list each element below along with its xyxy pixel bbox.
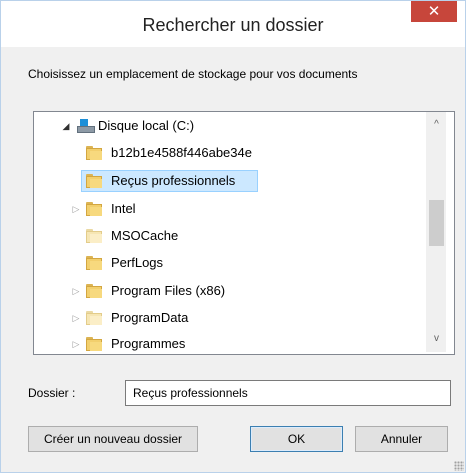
tree-item-label: Program Files (x86) bbox=[111, 283, 226, 298]
description-text: Choisissez un emplacement de stockage po… bbox=[28, 67, 358, 81]
ok-button[interactable]: OK bbox=[250, 426, 343, 452]
tree-item-label: Disque local (C:) bbox=[98, 118, 195, 133]
collapse-arrow-icon[interactable]: ▷ bbox=[70, 332, 82, 356]
folder-icon bbox=[86, 311, 102, 325]
title-bar: Rechercher un dossier ✕ bbox=[1, 1, 465, 47]
tree-item-label: b12b1e4588f446abe34e bbox=[111, 145, 252, 160]
dialog-title: Rechercher un dossier bbox=[142, 15, 324, 35]
tree-item-label: Reçus professionnels bbox=[111, 173, 236, 188]
resize-grip-icon[interactable] bbox=[454, 461, 464, 471]
folder-icon bbox=[86, 202, 102, 216]
new-folder-button[interactable]: Créer un nouveau dossier bbox=[28, 426, 198, 452]
scroll-up-icon[interactable]: ^ bbox=[427, 116, 446, 134]
tree-item-label: MSOCache bbox=[111, 228, 179, 243]
folder-icon bbox=[86, 284, 102, 298]
tree-item-label: Programmes bbox=[111, 336, 186, 351]
vertical-scrollbar[interactable]: ^ v bbox=[426, 112, 446, 352]
collapse-arrow-icon[interactable]: ▷ bbox=[70, 279, 82, 303]
folder-icon bbox=[86, 337, 102, 351]
folder-icon bbox=[86, 146, 102, 160]
folder-icon bbox=[86, 256, 102, 270]
folder-name-input[interactable]: Reçus professionnels bbox=[125, 380, 451, 406]
folder-field-label: Dossier : bbox=[28, 386, 76, 400]
close-icon: ✕ bbox=[427, 3, 441, 20]
tree-item-label: Intel bbox=[111, 201, 136, 216]
folder-icon bbox=[86, 174, 102, 188]
close-button[interactable]: ✕ bbox=[411, 1, 457, 22]
drive-icon bbox=[77, 119, 95, 134]
expand-arrow-icon[interactable]: ◢ bbox=[60, 114, 72, 138]
tree-item-label: ProgramData bbox=[111, 310, 189, 325]
scroll-down-icon[interactable]: v bbox=[427, 330, 446, 348]
scroll-thumb[interactable] bbox=[429, 200, 444, 246]
collapse-arrow-icon[interactable]: ▷ bbox=[70, 197, 82, 221]
tree-item-label: PerfLogs bbox=[111, 255, 164, 270]
folder-icon bbox=[86, 229, 102, 243]
collapse-arrow-icon[interactable]: ▷ bbox=[70, 306, 82, 330]
cancel-button[interactable]: Annuler bbox=[355, 426, 448, 452]
